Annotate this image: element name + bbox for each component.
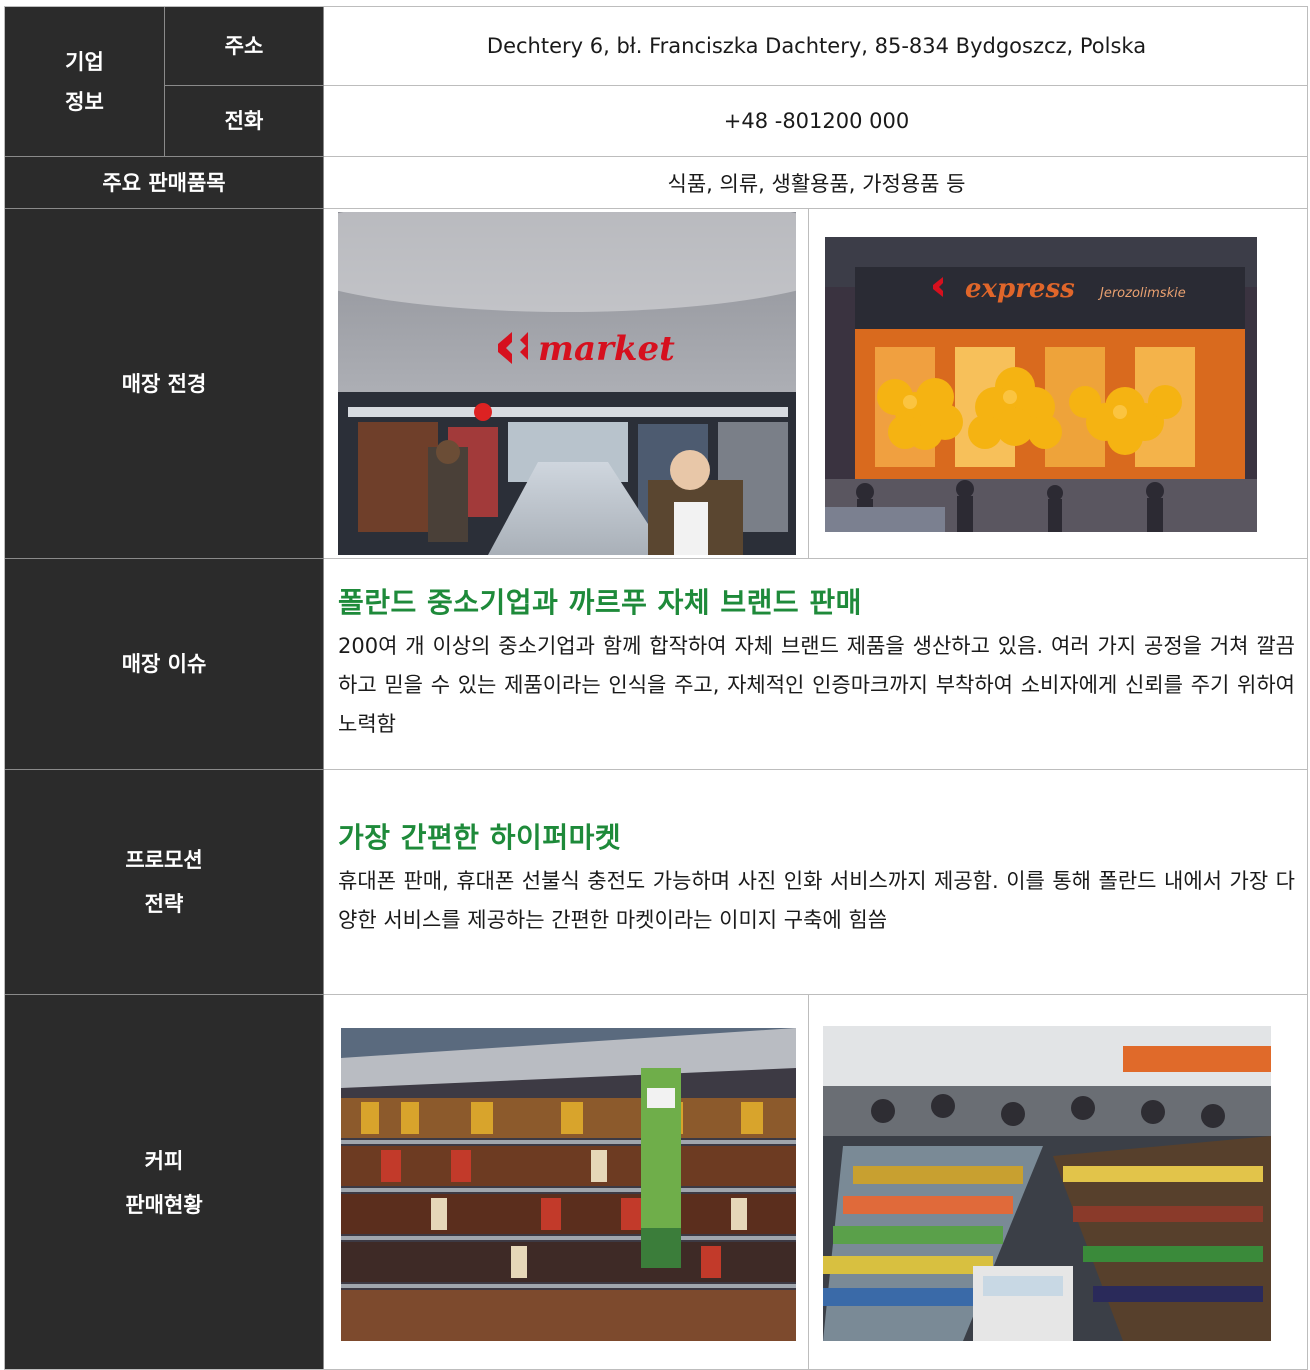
store-issue-body: 200여 개 이상의 중소기업과 함께 합작하여 자체 브랜드 제품을 생산하고…: [338, 634, 1295, 736]
store-view-divider: [808, 209, 809, 559]
coffee-shelf-photo: [341, 1028, 796, 1341]
promotion-title: 가장 간편한 하이퍼마켓: [338, 821, 622, 854]
address-label: 주소: [165, 7, 324, 86]
coffee-sales-divider: [808, 995, 809, 1369]
store-entrance-photo: market: [338, 212, 796, 555]
store-aisle-photo: [823, 1026, 1271, 1341]
express-sub-sign: Jerozolimskie: [1097, 286, 1186, 301]
store-info-table: 기업 정보 주소 Dechtery 6, bł. Franciszka Dach…: [4, 6, 1308, 1370]
main-products-value: 식품, 의류, 생활용품, 가정용품 등: [324, 157, 1307, 209]
express-sign: express: [965, 274, 1075, 304]
company-info-header: 기업 정보: [5, 7, 165, 157]
store-issue-cell: 폴란드 중소기업과 까르푸 자체 브랜드 판매 200여 개 이상의 중소기업과…: [324, 559, 1307, 770]
express-store-photo: express Jerozolimskie: [825, 237, 1257, 532]
address-value: Dechtery 6, bł. Franciszka Dachtery, 85-…: [324, 7, 1307, 86]
market-sign: market: [538, 329, 675, 369]
coffee-sales-label: 커피 판매현황: [5, 995, 324, 1369]
promotion-cell: 가장 간편한 하이퍼마켓 휴대폰 판매, 휴대폰 선불식 충전도 가능하며 사진…: [324, 770, 1307, 995]
phone-label: 전화: [165, 86, 324, 157]
promotion-label: 프로모션 전략: [5, 770, 324, 995]
store-issue-title: 폴란드 중소기업과 까르푸 자체 브랜드 판매: [338, 586, 862, 619]
store-issue-label: 매장 이슈: [5, 559, 324, 770]
promotion-body: 휴대폰 판매, 휴대폰 선불식 충전도 가능하며 사진 인화 서비스까지 제공함…: [338, 869, 1295, 932]
phone-value: +48 -801200 000: [324, 86, 1307, 157]
main-products-label: 주요 판매품목: [5, 157, 324, 209]
store-view-label: 매장 전경: [5, 209, 324, 559]
